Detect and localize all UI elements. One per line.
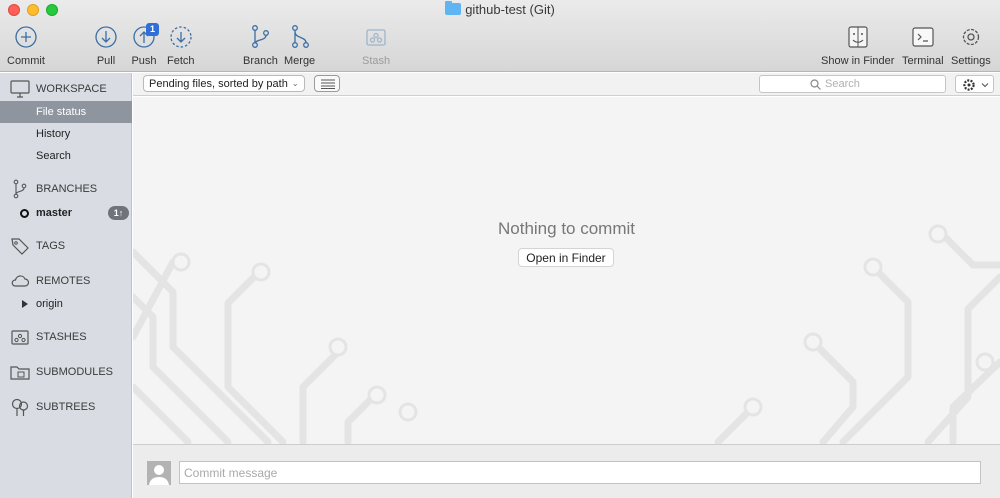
settings-icon: [962, 28, 980, 46]
file-status-panel: Nothing to commit Open in Finder: [133, 97, 1000, 444]
branch-icon: [252, 25, 270, 48]
sidebar-item-label: File status: [36, 106, 87, 118]
sidebar-item-label: History: [36, 128, 71, 140]
stash-button[interactable]: Stash: [362, 24, 390, 67]
sidebar-item-search[interactable]: Search: [0, 145, 132, 167]
branch-name: master: [36, 207, 73, 219]
sidebar-item-label: Search: [36, 150, 71, 162]
submodules-label: SUBMODULES: [36, 366, 114, 378]
list-view-toggle[interactable]: [314, 75, 340, 92]
commit-button[interactable]: Commit: [7, 24, 45, 67]
tags-label: TAGS: [36, 240, 66, 252]
commit-label: Commit: [7, 55, 45, 67]
ahead-count-badge: 1↑: [108, 206, 129, 220]
file-sort-dropdown[interactable]: Pending files, sorted by path ⌄: [143, 75, 305, 92]
empty-state-title: Nothing to commit: [498, 219, 635, 238]
disclosure-triangle-icon[interactable]: [22, 300, 28, 308]
merge-button[interactable]: Merge: [284, 24, 315, 67]
merge-label: Merge: [284, 55, 316, 67]
commit-message-input[interactable]: [179, 461, 981, 484]
folder-icon: [445, 1, 462, 15]
list-icon: [321, 79, 335, 89]
branches-section[interactable]: BRANCHES: [0, 178, 132, 200]
settings-button[interactable]: Settings: [951, 24, 991, 67]
file-filter-bar: Pending files, sorted by path ⌄: [133, 73, 1000, 96]
window-title: github-test (Git): [0, 1, 1000, 17]
branch-item-master[interactable]: master 1↑: [0, 202, 132, 224]
file-search-input[interactable]: [825, 78, 895, 90]
stash-icon: [366, 29, 386, 46]
finder-icon: [848, 26, 868, 48]
window-title-text: github-test (Git): [465, 2, 555, 17]
gear-icon: [963, 79, 989, 91]
push-label: Push: [131, 55, 157, 67]
remotes-section[interactable]: REMOTES: [0, 270, 132, 292]
file-search-box[interactable]: [759, 75, 946, 93]
cloud-icon: [11, 275, 30, 287]
remote-name: origin: [36, 298, 63, 310]
branch-button[interactable]: Branch: [243, 24, 278, 67]
window-toolbar: github-test (Git) Commit Pull 1 Push Fet…: [0, 0, 1000, 72]
terminal-button[interactable]: Terminal: [902, 24, 944, 67]
file-options-menu[interactable]: [955, 75, 994, 93]
sidebar-item-history[interactable]: History: [0, 123, 132, 145]
stashes-section[interactable]: STASHES: [0, 326, 132, 348]
pull-label: Pull: [96, 55, 116, 67]
submodules-section[interactable]: SUBMODULES: [0, 361, 132, 383]
commit-bar: [133, 444, 1000, 498]
subtrees-section[interactable]: SUBTREES: [0, 396, 132, 418]
stash-icon: [11, 330, 29, 345]
show-in-finder-label: Show in Finder: [821, 55, 895, 67]
tags-section[interactable]: TAGS: [0, 235, 132, 257]
merge-icon: [291, 25, 309, 48]
tree-icon: [11, 398, 29, 416]
fetch-label: Fetch: [167, 55, 195, 67]
show-in-finder-button[interactable]: Show in Finder: [821, 24, 894, 67]
stashes-label: STASHES: [36, 331, 87, 343]
branch-label: Branch: [243, 55, 278, 67]
monitor-icon: [10, 80, 30, 98]
branches-label: BRANCHES: [36, 183, 98, 195]
pull-icon: [95, 26, 117, 48]
search-icon: [810, 78, 821, 90]
current-branch-indicator: [20, 208, 29, 218]
open-in-finder-button[interactable]: Open in Finder: [518, 248, 614, 267]
chevron-down-icon: ⌄: [291, 79, 299, 88]
stash-label: Stash: [362, 55, 391, 67]
sidebar-item-file-status[interactable]: File status: [0, 101, 132, 123]
settings-label: Settings: [951, 55, 991, 67]
pull-button[interactable]: Pull: [93, 24, 119, 67]
fetch-icon: [170, 26, 192, 48]
fetch-button[interactable]: Fetch: [167, 24, 195, 67]
commit-icon: [15, 26, 37, 48]
remote-item-origin[interactable]: origin: [0, 293, 132, 315]
sidebar: WORKSPACE File status History Search BRA…: [0, 73, 132, 498]
push-count-badge: 1: [146, 23, 159, 36]
push-button[interactable]: 1 Push: [131, 23, 159, 67]
terminal-label: Terminal: [902, 55, 944, 67]
branch-icon: [13, 179, 27, 199]
file-sort-label: Pending files, sorted by path: [149, 77, 288, 90]
remotes-label: REMOTES: [36, 275, 91, 287]
circuit-background-art: [133, 224, 1000, 444]
terminal-icon: [912, 27, 934, 47]
user-icon: [149, 465, 169, 485]
workspace-section[interactable]: WORKSPACE: [0, 78, 132, 100]
subtrees-label: SUBTREES: [36, 401, 96, 413]
tag-icon: [11, 238, 29, 255]
folder-icon: [10, 366, 30, 380]
avatar: [147, 461, 171, 485]
workspace-label: WORKSPACE: [36, 83, 107, 95]
